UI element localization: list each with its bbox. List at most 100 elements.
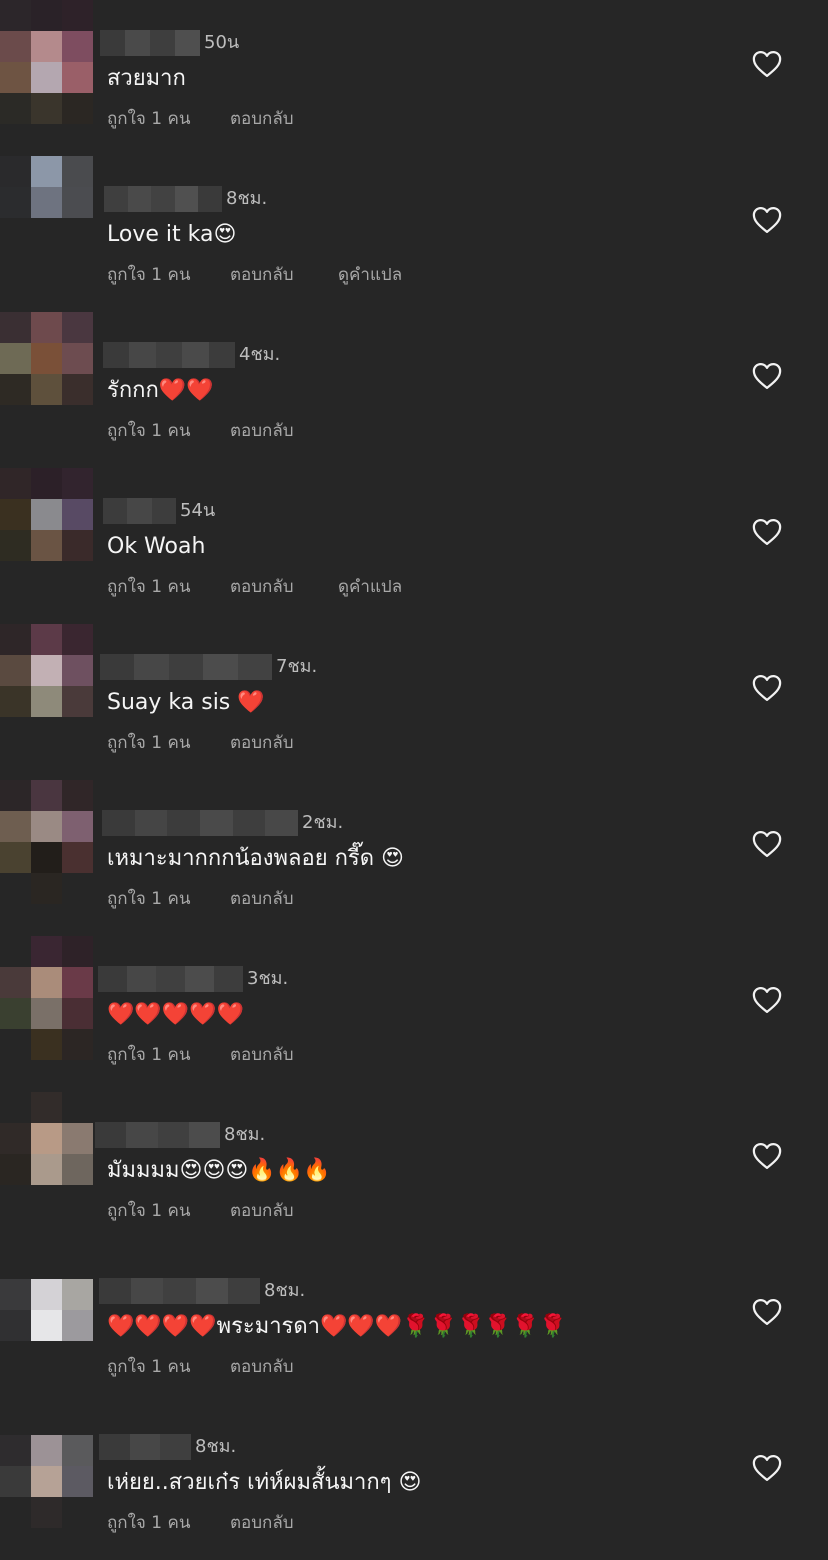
comment-time: 4ชม. xyxy=(239,344,281,365)
avatar-pixel xyxy=(31,218,62,249)
like-heart-icon[interactable] xyxy=(752,518,782,546)
see-translation-button[interactable]: ดูคำแปล xyxy=(338,262,402,288)
username-pixel xyxy=(157,1122,189,1148)
like-heart-icon[interactable] xyxy=(752,674,782,702)
comment-time: 54น xyxy=(180,500,216,521)
like-heart-icon[interactable] xyxy=(752,362,782,390)
like-count-link[interactable]: ถูกใจ 1 คน xyxy=(107,730,190,756)
avatar[interactable] xyxy=(0,1248,93,1372)
like-count-link[interactable]: ถูกใจ 1 คน xyxy=(107,106,190,132)
like-count-link[interactable]: ถูกใจ 1 คน xyxy=(107,1510,190,1536)
like-count-link[interactable]: ถูกใจ 1 คน xyxy=(107,1198,190,1224)
reply-button[interactable]: ตอบกลับ xyxy=(230,106,294,132)
reply-button[interactable]: ตอบกลับ xyxy=(230,730,294,756)
avatar-pixel xyxy=(62,312,93,343)
avatar-pixel xyxy=(31,998,62,1029)
username-blurred[interactable] xyxy=(103,342,235,368)
username-pixel xyxy=(155,342,183,368)
reply-button[interactable]: ตอบกลับ xyxy=(230,1042,294,1068)
username-blurred[interactable] xyxy=(103,498,176,524)
reply-button[interactable]: ตอบกลับ xyxy=(230,886,294,912)
avatar[interactable] xyxy=(0,0,93,124)
like-count-link[interactable]: ถูกใจ 1 คน xyxy=(107,418,190,444)
comment-text: เห่ยย..สวยเก๋ร เท่ห์ผมสั้นมากๆ 😍 xyxy=(107,1470,422,1495)
comment-item: 8ชม. Love it ka😍 ถูกใจ 1 คน ตอบกลับ ดูคำแปล xyxy=(0,156,828,312)
comment-item: 4ชม. รักกก❤️❤️ ถูกใจ 1 คน ตอบกลับ xyxy=(0,312,828,468)
comment-time: 7ชม. xyxy=(276,656,318,677)
username-pixel xyxy=(104,186,128,212)
like-heart-icon[interactable] xyxy=(752,1454,782,1482)
reply-button[interactable]: ตอบกลับ xyxy=(230,1198,294,1224)
username-blurred[interactable] xyxy=(100,30,200,56)
avatar-pixel xyxy=(31,1092,62,1123)
reply-button[interactable]: ตอบกลับ xyxy=(230,574,294,600)
avatar-pixel xyxy=(0,998,31,1029)
like-heart-icon[interactable] xyxy=(752,1142,782,1170)
avatar[interactable] xyxy=(0,1404,93,1528)
avatar-pixel xyxy=(31,156,62,187)
like-heart-icon[interactable] xyxy=(752,50,782,78)
avatar-pixel xyxy=(31,842,62,873)
username-blurred[interactable] xyxy=(98,966,243,992)
like-count-link[interactable]: ถูกใจ 1 คน xyxy=(107,262,190,288)
username-pixel xyxy=(102,810,135,836)
like-count-link[interactable]: ถูกใจ 1 คน xyxy=(107,574,190,600)
reply-button[interactable]: ตอบกลับ xyxy=(230,262,294,288)
like-heart-icon[interactable] xyxy=(752,986,782,1014)
like-heart-icon[interactable] xyxy=(752,830,782,858)
like-count-link[interactable]: ถูกใจ 1 คน xyxy=(107,1042,190,1068)
avatar[interactable] xyxy=(0,468,93,592)
avatar-pixel xyxy=(62,62,93,93)
username-pixel xyxy=(232,810,266,836)
like-heart-icon[interactable] xyxy=(752,206,782,234)
username-blurred[interactable] xyxy=(99,1278,260,1304)
like-heart-icon[interactable] xyxy=(752,1298,782,1326)
avatar[interactable] xyxy=(0,780,93,904)
avatar-pixel xyxy=(31,686,62,717)
avatar-pixel xyxy=(0,468,31,499)
username-pixel xyxy=(188,1122,220,1148)
avatar-pixel xyxy=(0,0,31,31)
username-blurred[interactable] xyxy=(99,1434,191,1460)
username-pixel xyxy=(203,654,238,680)
avatar[interactable] xyxy=(0,1092,93,1216)
avatar-pixel xyxy=(62,998,93,1029)
username-pixel xyxy=(100,30,125,56)
avatar-pixel xyxy=(31,187,62,218)
avatar[interactable] xyxy=(0,312,93,436)
avatar-pixel xyxy=(31,780,62,811)
avatar-pixel xyxy=(31,655,62,686)
reply-button[interactable]: ตอบกลับ xyxy=(230,1354,294,1380)
username-blurred[interactable] xyxy=(102,810,298,836)
avatar-pixel xyxy=(62,1404,93,1435)
comment-item: 8ชม. ❤️❤️❤️❤️พระมารดา❤️❤️❤️🌹🌹🌹🌹🌹🌹 ถูกใจ 1 … xyxy=(0,1248,828,1404)
username-blurred[interactable] xyxy=(100,654,272,680)
avatar[interactable] xyxy=(0,936,93,1060)
avatar[interactable] xyxy=(0,624,93,748)
username-pixel xyxy=(95,1122,127,1148)
avatar-pixel xyxy=(31,1341,62,1372)
avatar-pixel xyxy=(0,93,31,124)
avatar-pixel xyxy=(0,1435,31,1466)
avatar-pixel xyxy=(0,873,31,904)
reply-button[interactable]: ตอบกลับ xyxy=(230,418,294,444)
avatar-pixel xyxy=(0,1029,31,1060)
avatar-pixel xyxy=(62,0,93,31)
username-pixel xyxy=(127,186,152,212)
avatar-pixel xyxy=(62,655,93,686)
username-pixel xyxy=(129,1434,161,1460)
username-blurred[interactable] xyxy=(104,186,222,212)
see-translation-button[interactable]: ดูคำแปล xyxy=(338,574,402,600)
avatar-pixel xyxy=(0,343,31,374)
username-blurred[interactable] xyxy=(95,1122,220,1148)
like-count-link[interactable]: ถูกใจ 1 คน xyxy=(107,1354,190,1380)
avatar-pixel xyxy=(62,343,93,374)
avatar-pixel xyxy=(62,873,93,904)
avatar-pixel xyxy=(31,1497,62,1528)
avatar-pixel xyxy=(62,967,93,998)
reply-button[interactable]: ตอบกลับ xyxy=(230,1510,294,1536)
avatar-pixel xyxy=(0,1404,31,1435)
avatar[interactable] xyxy=(0,156,93,280)
like-count-link[interactable]: ถูกใจ 1 คน xyxy=(107,886,190,912)
avatar-pixel xyxy=(62,249,93,280)
